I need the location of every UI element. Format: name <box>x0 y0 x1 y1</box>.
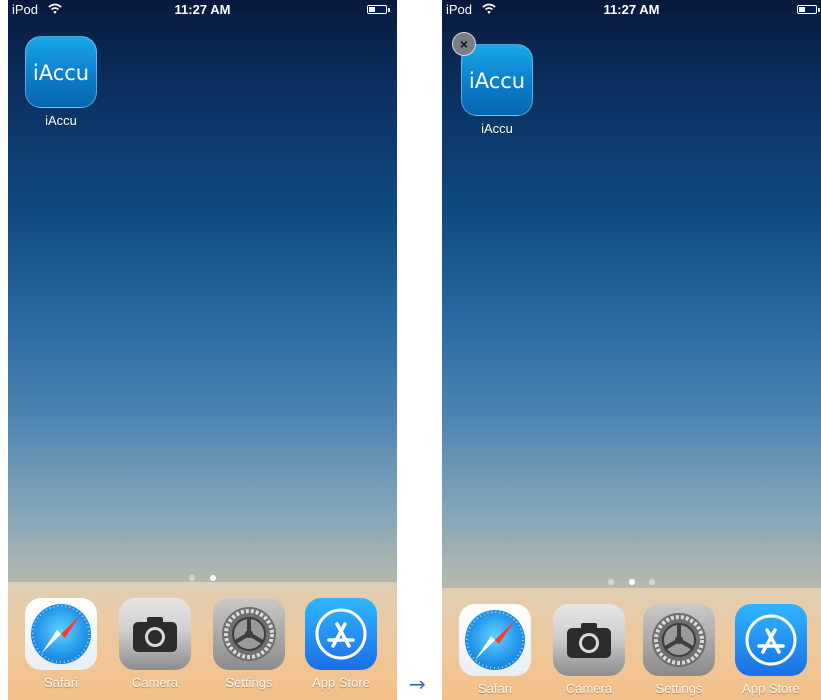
camera-icon[interactable] <box>553 604 625 676</box>
dock-label: Settings <box>225 675 273 690</box>
dock-label: App Store <box>312 675 370 690</box>
dock-app-safari[interactable]: Safari <box>458 604 532 696</box>
page-dot <box>189 575 196 581</box>
page-dot <box>608 579 615 585</box>
camera-glyph-icon <box>133 617 177 652</box>
page-indicator[interactable] <box>442 572 821 585</box>
transition-arrow: → <box>409 672 426 696</box>
dock-app-camera[interactable]: Camera <box>118 598 192 690</box>
app-store-icon[interactable] <box>735 604 807 676</box>
dock-label: Safari <box>44 675 78 690</box>
battery-icon <box>367 5 390 14</box>
home-screen-before: iPod 11:27 AM iAccu iAccu Safari Camera … <box>8 0 397 700</box>
settings-icon[interactable] <box>213 598 285 670</box>
iaccu-icon-text: iAccu <box>32 61 90 85</box>
dock-app-app-store[interactable]: App Store <box>304 598 378 690</box>
dock-app-camera[interactable]: Camera <box>552 604 626 696</box>
home-screen-edit-mode: iPod 11:27 AM iAccu iAccu × Safari Camer… <box>442 0 821 700</box>
app-label: iAccu <box>45 113 77 128</box>
app-store-a-icon <box>315 608 367 660</box>
dock: Safari Camera Settings App Store <box>442 588 821 700</box>
dock-app-app-store[interactable]: App Store <box>734 604 808 696</box>
settings-icon[interactable] <box>643 604 715 676</box>
safari-icon[interactable] <box>25 598 97 670</box>
compass-needle-icon <box>466 611 524 669</box>
page-indicator[interactable] <box>8 568 397 581</box>
page-dot-active <box>628 579 635 585</box>
gear-icon <box>222 607 276 661</box>
app-label: iAccu <box>481 121 513 136</box>
dock-app-safari[interactable]: Safari <box>24 598 98 690</box>
dock-app-settings[interactable]: Settings <box>642 604 716 696</box>
compass-needle-icon <box>32 605 90 663</box>
status-time: 11:27 AM <box>174 2 231 17</box>
dock-label: Settings <box>655 681 703 696</box>
app-store-a-icon <box>745 614 797 666</box>
dock-app-settings[interactable]: Settings <box>212 598 286 690</box>
page-dot-active <box>209 575 216 581</box>
iaccu-app-icon[interactable]: iAccu <box>25 36 97 108</box>
status-bar: iPod 11:27 AM <box>442 0 821 20</box>
dock-label: Safari <box>478 681 512 696</box>
dock-label: App Store <box>742 681 800 696</box>
app-iaccu[interactable]: iAccu iAccu <box>24 36 98 128</box>
delete-app-button[interactable]: × <box>452 32 476 56</box>
iaccu-app-icon[interactable]: iAccu <box>461 44 533 116</box>
page-dot <box>648 579 655 585</box>
gear-icon <box>652 613 706 667</box>
camera-glyph-icon <box>567 623 611 658</box>
dock-label: Camera <box>565 681 613 696</box>
iaccu-icon-text: iAccu <box>468 69 526 93</box>
close-icon: × <box>459 36 469 52</box>
app-store-icon[interactable] <box>305 598 377 670</box>
battery-icon <box>797 5 820 14</box>
safari-icon[interactable] <box>459 604 531 676</box>
dock-label: Camera <box>131 675 179 690</box>
app-iaccu[interactable]: iAccu iAccu <box>460 44 534 136</box>
status-bar: iPod 11:27 AM <box>8 0 397 20</box>
camera-icon[interactable] <box>119 598 191 670</box>
dock: Safari Camera Settings App Store <box>8 582 397 700</box>
status-time: 11:27 AM <box>603 2 660 17</box>
